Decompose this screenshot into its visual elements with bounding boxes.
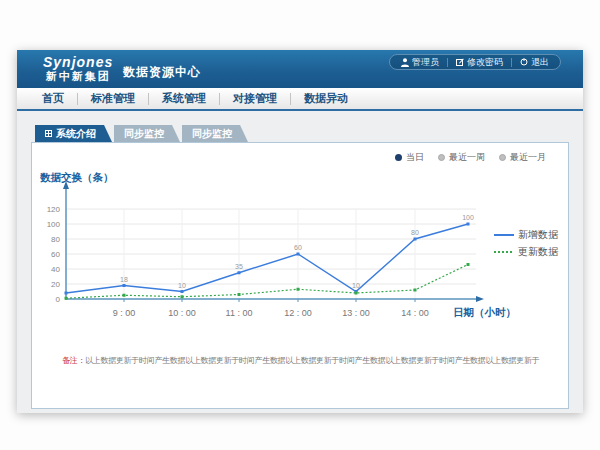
pill-divider [511, 58, 512, 67]
power-icon [520, 58, 528, 66]
data-point [467, 263, 470, 266]
x-tick-label: 10 : 00 [168, 308, 196, 318]
data-point [414, 289, 417, 292]
change-password-button[interactable]: 修改密码 [456, 56, 503, 69]
data-point [123, 284, 126, 287]
range-option-week[interactable]: 最近一周 [438, 151, 485, 164]
range-selector: 当日 最近一周 最近一月 [395, 151, 546, 164]
data-exchange-line-chart: 0 20 40 60 80 100 120 9 : 00 10 : 00 11 : 00 12 : … [32, 169, 568, 349]
y-tick-label: 20 [51, 280, 60, 289]
app-header: Synjones 新中新集团 数据资源中心 管理员 修改密码 退出 [17, 50, 583, 88]
data-point [355, 292, 358, 295]
tab-sync-monitor-1[interactable]: 同步监控 [114, 125, 180, 142]
footnote: 备注：以上数据更新于时间产生数据以上数据更新于时间产生数据以上数据更新于时间产生… [62, 355, 539, 366]
tab-bar: 系统介绍 同步监控 同步监控 [35, 125, 250, 142]
series-line-新增数据 [66, 224, 468, 293]
grid-icon [45, 130, 52, 137]
tab-sync-monitor-2[interactable]: 同步监控 [182, 125, 248, 142]
x-axis-arrow [476, 296, 484, 302]
radio-icon [499, 154, 506, 161]
data-point-label: 60 [294, 244, 302, 251]
x-tick-label: 12 : 00 [284, 308, 312, 318]
range-option-month[interactable]: 最近一月 [499, 151, 546, 164]
data-point-label: 10 [178, 282, 186, 289]
y-tick-label: 60 [51, 250, 60, 259]
y-tick-label: 0 [56, 295, 61, 304]
content-area: 系统介绍 同步监控 同步监控 当日 最近一周 [17, 111, 583, 411]
y-tick-label: 40 [51, 265, 60, 274]
radio-icon [438, 154, 445, 161]
current-user[interactable]: 管理员 [401, 56, 439, 69]
main-nav: 首页 标准管理 系统管理 对接管理 数据异动 [17, 88, 583, 111]
nav-item-system[interactable]: 系统管理 [149, 91, 219, 106]
data-point [467, 223, 470, 226]
data-point [181, 290, 184, 293]
x-tick-label: 9 : 00 [113, 308, 136, 318]
data-point-label: 100 [462, 214, 474, 221]
tab-system-intro[interactable]: 系统介绍 [35, 125, 112, 142]
footnote-label: 备注： [62, 356, 85, 365]
nav-item-interface[interactable]: 对接管理 [220, 91, 290, 106]
nav-item-standard[interactable]: 标准管理 [78, 91, 148, 106]
y-tick-label: 100 [47, 220, 61, 229]
user-icon [401, 58, 409, 67]
user-toolbar: 管理员 修改密码 退出 [389, 54, 561, 70]
y-tick-label: 80 [51, 235, 60, 244]
footnote-text: 以上数据更新于时间产生数据以上数据更新于时间产生数据以上数据更新于时间产生数据以… [85, 356, 539, 365]
data-point [181, 295, 184, 298]
page-title: 数据资源中心 [123, 64, 201, 81]
logout-button[interactable]: 退出 [520, 56, 549, 69]
radio-selected-icon [395, 154, 402, 161]
data-point [297, 288, 300, 291]
data-point [65, 297, 68, 300]
data-point-label: 10 [352, 282, 360, 289]
logo-text-en: Synjones [43, 55, 113, 70]
data-point-label: 18 [120, 276, 128, 283]
range-option-today[interactable]: 当日 [395, 151, 424, 164]
x-tick-label: 13 : 00 [342, 308, 370, 318]
data-point [238, 293, 241, 296]
data-point-label: 80 [411, 229, 419, 236]
legend-label: 更新数据 [518, 246, 559, 257]
x-tick-label: 14 : 00 [401, 308, 429, 318]
pill-divider [447, 58, 448, 67]
logo-text-cn: 新中新集团 [43, 70, 113, 83]
data-point [297, 253, 300, 256]
nav-item-change[interactable]: 数据异动 [291, 91, 361, 106]
data-point-label: 35 [235, 263, 243, 270]
company-logo: Synjones 新中新集团 [43, 55, 113, 83]
y-axis-title: 数据交换（条） [39, 171, 114, 184]
data-point [238, 271, 241, 274]
y-tick-label: 120 [47, 205, 61, 214]
x-tick-label: 11 : 00 [226, 308, 253, 318]
data-point [65, 292, 68, 295]
edit-icon [456, 58, 464, 66]
nav-item-home[interactable]: 首页 [29, 91, 77, 106]
data-point [123, 294, 126, 297]
x-axis-title: 日期（小时） [453, 306, 516, 319]
app-window: Synjones 新中新集团 数据资源中心 管理员 修改密码 退出 首页 标准管… [17, 50, 583, 413]
legend-label: 新增数据 [518, 229, 559, 240]
data-point [414, 238, 417, 241]
chart-panel: 当日 最近一周 最近一月 0 20 40 60 80 100 120 9 : 00 10 : 0… [31, 142, 569, 409]
